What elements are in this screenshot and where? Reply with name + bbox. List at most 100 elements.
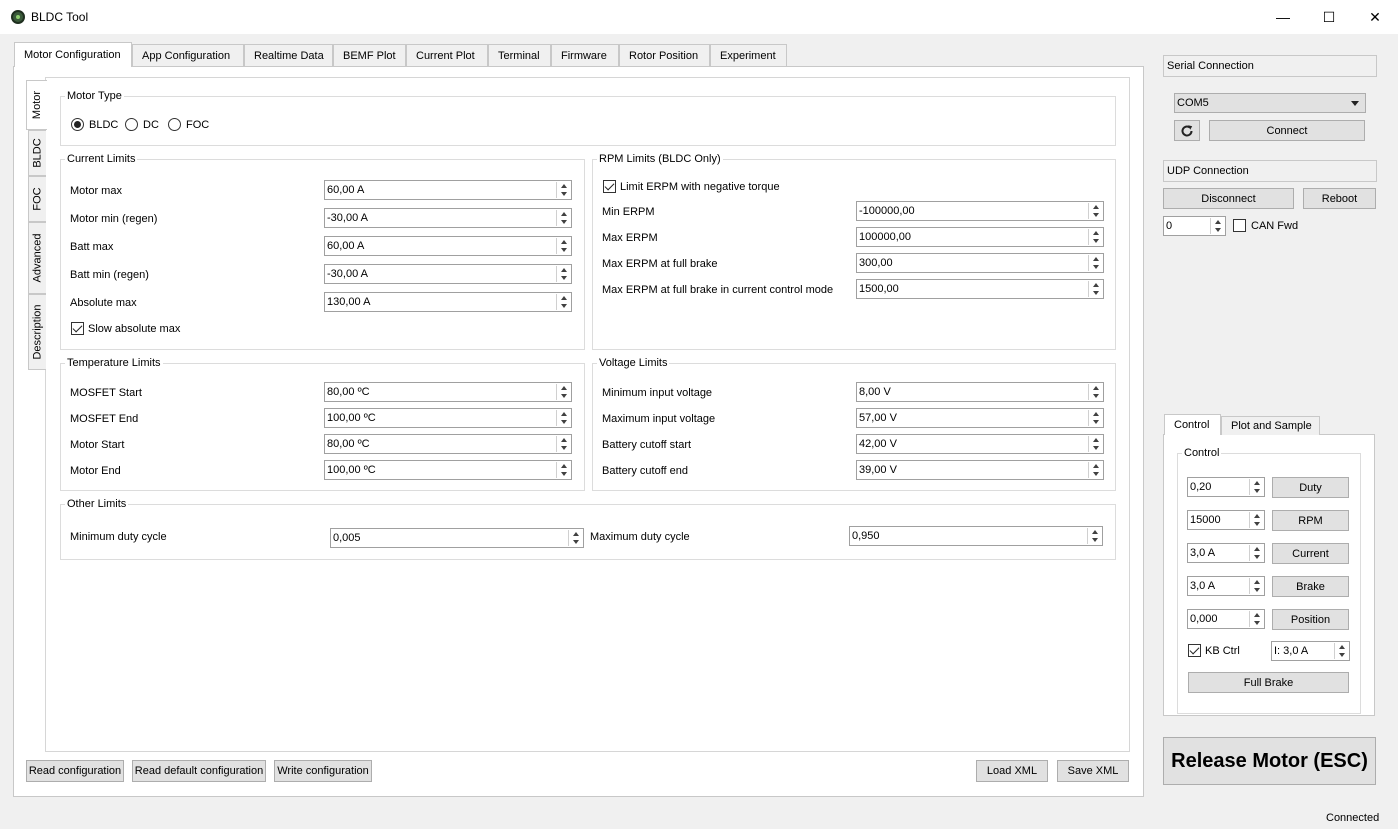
max-erpm-full-brake-spinbox[interactable]: 300,00 — [856, 253, 1104, 273]
duty-spinbox[interactable]: 0,20 — [1187, 477, 1265, 497]
spin-arrows-icon[interactable] — [1087, 528, 1101, 544]
spinbox-value: 100000,00 — [859, 231, 911, 243]
batt-max-spinbox[interactable]: 60,00 A — [324, 236, 572, 256]
absolute-max-spinbox[interactable]: 130,00 A — [324, 292, 572, 312]
spin-arrows-icon[interactable] — [1334, 643, 1348, 659]
limit-erpm-negative-torque-checkbox[interactable] — [603, 180, 616, 193]
position-spinbox[interactable]: 0,000 — [1187, 609, 1265, 629]
side-tab-foc[interactable]: FOC — [28, 176, 46, 222]
min-duty-cycle-spinbox[interactable]: 0,005 — [330, 528, 584, 548]
side-tab-bldc[interactable]: BLDC — [28, 130, 46, 176]
serial-port-dropdown[interactable]: COM5 — [1174, 93, 1366, 113]
tab-bemf-plot[interactable]: BEMF Plot — [333, 44, 406, 66]
spin-arrows-icon[interactable] — [1088, 410, 1102, 426]
read-default-configuration-button[interactable]: Read default configuration — [132, 760, 266, 782]
spin-arrows-icon[interactable] — [1088, 281, 1102, 297]
spin-arrows-icon[interactable] — [556, 410, 570, 426]
tab-app-configuration[interactable]: App Configuration — [132, 44, 244, 66]
current-button[interactable]: Current — [1272, 543, 1349, 564]
slow-absolute-max-checkbox[interactable] — [71, 322, 84, 335]
max-input-voltage-spinbox[interactable]: 57,00 V — [856, 408, 1104, 428]
radio-dc[interactable] — [125, 118, 138, 131]
min-input-voltage-spinbox[interactable]: 8,00 V — [856, 382, 1104, 402]
duty-button[interactable]: Duty — [1272, 477, 1349, 498]
spin-arrows-icon[interactable] — [1249, 479, 1263, 495]
spin-arrows-icon[interactable] — [556, 210, 570, 226]
refresh-ports-button[interactable] — [1174, 120, 1200, 141]
motor-min-spinbox[interactable]: -30,00 A — [324, 208, 572, 228]
position-button[interactable]: Position — [1272, 609, 1349, 630]
spin-arrows-icon[interactable] — [1210, 218, 1224, 234]
connect-button[interactable]: Connect — [1209, 120, 1365, 141]
tab-experiment[interactable]: Experiment — [710, 44, 787, 66]
title-bar: BLDC Tool — ☐ ✕ — [0, 0, 1398, 34]
spin-arrows-icon[interactable] — [1249, 611, 1263, 627]
tab-current-plot[interactable]: Current Plot — [406, 44, 488, 66]
brake-button[interactable]: Brake — [1272, 576, 1349, 597]
rpm-spinbox[interactable]: 15000 — [1187, 510, 1265, 530]
tab-plot-and-sample[interactable]: Plot and Sample — [1221, 416, 1320, 435]
mosfet-start-spinbox[interactable]: 80,00 ºC — [324, 382, 572, 402]
spin-arrows-icon[interactable] — [1088, 384, 1102, 400]
kb-current-spinbox[interactable]: I: 3,0 A — [1271, 641, 1350, 661]
motor-end-spinbox[interactable]: 100,00 ºC — [324, 460, 572, 480]
side-tab-advanced[interactable]: Advanced — [28, 222, 46, 294]
tab-motor-configuration[interactable]: Motor Configuration — [14, 42, 132, 67]
spin-arrows-icon[interactable] — [1088, 255, 1102, 271]
spin-arrows-icon[interactable] — [1088, 436, 1102, 452]
spin-arrows-icon[interactable] — [556, 462, 570, 478]
battery-cutoff-end-spinbox[interactable]: 39,00 V — [856, 460, 1104, 480]
tab-control[interactable]: Control — [1164, 414, 1221, 435]
tab-rotor-position[interactable]: Rotor Position — [619, 44, 710, 66]
max-duty-cycle-spinbox[interactable]: 0,950 — [849, 526, 1103, 546]
max-erpm-spinbox[interactable]: 100000,00 — [856, 227, 1104, 247]
udp-connection-header[interactable]: UDP Connection — [1163, 160, 1377, 182]
mosfet-end-spinbox[interactable]: 100,00 ºC — [324, 408, 572, 428]
rpm-button[interactable]: RPM — [1272, 510, 1349, 531]
min-erpm-spinbox[interactable]: -100000,00 — [856, 201, 1104, 221]
radio-foc[interactable] — [168, 118, 181, 131]
tab-realtime-data[interactable]: Realtime Data — [244, 44, 333, 66]
spin-arrows-icon[interactable] — [556, 384, 570, 400]
spin-arrows-icon[interactable] — [1088, 203, 1102, 219]
kb-ctrl-checkbox[interactable] — [1188, 644, 1201, 657]
radio-bldc[interactable] — [71, 118, 84, 131]
spin-arrows-icon[interactable] — [1249, 512, 1263, 528]
spin-arrows-icon[interactable] — [556, 436, 570, 452]
brake-spinbox[interactable]: 3,0 A — [1187, 576, 1265, 596]
reboot-button[interactable]: Reboot — [1303, 188, 1376, 209]
spin-arrows-icon[interactable] — [1088, 229, 1102, 245]
radio-label: BLDC — [89, 119, 119, 131]
release-motor-button[interactable]: Release Motor (ESC) — [1163, 737, 1376, 785]
can-id-spinbox[interactable]: 0 — [1163, 216, 1226, 236]
spin-arrows-icon[interactable] — [1088, 462, 1102, 478]
minimize-button[interactable]: — — [1260, 0, 1306, 34]
spin-arrows-icon[interactable] — [556, 238, 570, 254]
spin-arrows-icon[interactable] — [568, 530, 582, 546]
tab-terminal[interactable]: Terminal — [488, 44, 551, 66]
load-xml-button[interactable]: Load XML — [976, 760, 1048, 782]
spin-arrows-icon[interactable] — [556, 294, 570, 310]
maximize-button[interactable]: ☐ — [1306, 0, 1352, 34]
tab-firmware[interactable]: Firmware — [551, 44, 619, 66]
spin-arrows-icon[interactable] — [556, 182, 570, 198]
spin-arrows-icon[interactable] — [1249, 578, 1263, 594]
batt-min-spinbox[interactable]: -30,00 A — [324, 264, 572, 284]
current-spinbox[interactable]: 3,0 A — [1187, 543, 1265, 563]
full-brake-button[interactable]: Full Brake — [1188, 672, 1349, 693]
serial-connection-header[interactable]: Serial Connection — [1163, 55, 1377, 77]
close-button[interactable]: ✕ — [1352, 0, 1398, 34]
spin-arrows-icon[interactable] — [1249, 545, 1263, 561]
side-tab-motor[interactable]: Motor — [26, 80, 47, 130]
save-xml-button[interactable]: Save XML — [1057, 760, 1129, 782]
can-fwd-checkbox[interactable] — [1233, 219, 1246, 232]
max-erpm-full-brake-current-spinbox[interactable]: 1500,00 — [856, 279, 1104, 299]
motor-max-spinbox[interactable]: 60,00 A — [324, 180, 572, 200]
spin-arrows-icon[interactable] — [556, 266, 570, 282]
write-configuration-button[interactable]: Write configuration — [274, 760, 372, 782]
read-configuration-button[interactable]: Read configuration — [26, 760, 124, 782]
motor-start-spinbox[interactable]: 80,00 ºC — [324, 434, 572, 454]
disconnect-button[interactable]: Disconnect — [1163, 188, 1294, 209]
battery-cutoff-start-spinbox[interactable]: 42,00 V — [856, 434, 1104, 454]
side-tab-description[interactable]: Description — [28, 294, 46, 370]
